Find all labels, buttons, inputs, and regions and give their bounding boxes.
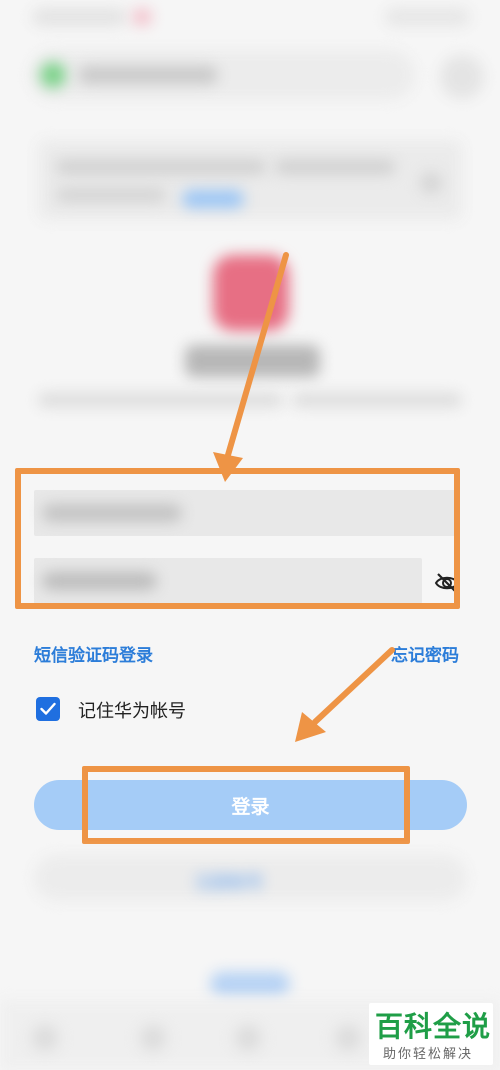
status-carrier <box>32 8 127 26</box>
form-highlight-box <box>15 468 460 609</box>
menu-icon[interactable] <box>335 1025 361 1051</box>
account-status-dot <box>40 62 66 88</box>
app-logo <box>213 255 289 331</box>
help-icon[interactable] <box>440 55 484 99</box>
status-indicators <box>385 8 470 26</box>
page-subtitle <box>38 393 283 407</box>
watermark-logo: 百科全说 助你轻松解决 <box>369 1003 493 1065</box>
status-bar <box>0 0 500 40</box>
remember-checkbox[interactable] <box>36 697 60 721</box>
bottom-link[interactable] <box>210 972 290 996</box>
recent-apps-icon[interactable] <box>235 1025 261 1051</box>
info-banner-text <box>56 160 266 174</box>
check-icon <box>40 702 56 715</box>
page-subtitle <box>292 393 462 407</box>
close-icon[interactable] <box>420 172 442 194</box>
sms-login-link[interactable]: 短信验证码登录 <box>34 641 153 666</box>
back-icon[interactable] <box>32 1025 58 1051</box>
register-button-label: 注册帐号 <box>195 873 263 893</box>
login-highlight-box <box>82 766 410 844</box>
account-selector-text <box>78 66 218 84</box>
watermark-subtitle: 助你轻松解决 <box>383 1047 474 1062</box>
arrow-to-login <box>312 647 395 725</box>
status-notification-dot <box>132 8 152 26</box>
arrow-to-login-head <box>295 712 326 742</box>
info-banner-text <box>56 188 166 202</box>
forgot-password-link[interactable]: 忘记密码 <box>391 641 459 666</box>
home-icon[interactable] <box>140 1025 166 1051</box>
info-banner-text <box>275 160 395 174</box>
watermark-title: 百科全说 <box>375 1010 492 1043</box>
info-banner <box>38 140 462 220</box>
remember-label: 记住华为帐号 <box>78 701 186 722</box>
info-banner-button[interactable] <box>182 190 244 208</box>
page-title <box>185 345 320 377</box>
